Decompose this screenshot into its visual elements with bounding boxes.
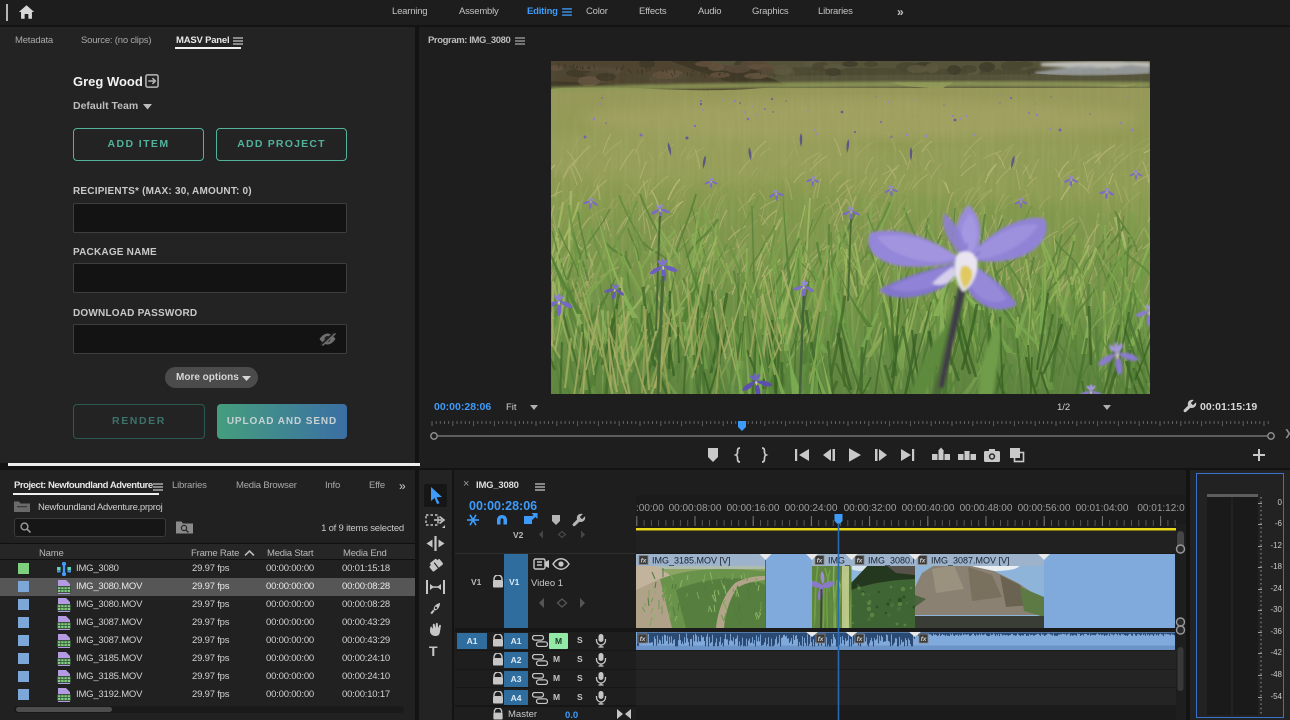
svg-text:fx: fx <box>857 558 863 565</box>
svg-text:fx: fx <box>857 636 863 643</box>
svg-text:fx: fx <box>818 636 824 643</box>
svg-text:00:00:32:00: 00:00:32:00 <box>844 503 897 514</box>
svg-text:IMG_: IMG_ <box>828 556 851 566</box>
svg-text:fx: fx <box>921 636 927 643</box>
svg-text:IMG_3185.MOV [V]: IMG_3185.MOV [V] <box>652 556 731 566</box>
svg-text:fx: fx <box>817 558 823 565</box>
svg-text:00:01:12:0: 00:01:12:0 <box>1137 503 1185 514</box>
svg-text:00:00:16:00: 00:00:16:00 <box>727 503 780 514</box>
svg-text:00:00:08:00: 00:00:08:00 <box>669 503 722 514</box>
svg-text:fx: fx <box>640 636 646 643</box>
svg-text:fx: fx <box>920 558 926 565</box>
svg-text:00:00:40:00: 00:00:40:00 <box>902 503 955 514</box>
svg-text::00:00: :00:00 <box>636 503 664 514</box>
svg-text:fx: fx <box>641 558 647 565</box>
svg-text:00:00:56:00: 00:00:56:00 <box>1018 503 1071 514</box>
svg-text:00:00:48:00: 00:00:48:00 <box>960 503 1013 514</box>
svg-text:IMG_3087.MOV [V]: IMG_3087.MOV [V] <box>931 556 1010 566</box>
svg-text:00:00:24:00: 00:00:24:00 <box>785 503 838 514</box>
svg-text:00:01:04:00: 00:01:04:00 <box>1076 503 1129 514</box>
